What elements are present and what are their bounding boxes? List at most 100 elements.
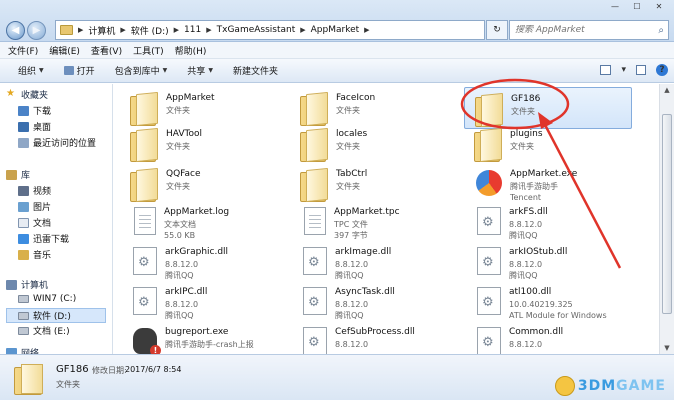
preview-pane-icon[interactable]	[636, 65, 646, 75]
file-item[interactable]: arkFS.dll 8.8.12.0 腾讯QQ	[464, 201, 632, 243]
menu-view[interactable]: 查看(V)	[91, 44, 122, 57]
file-name: arkIOStub.dll	[509, 247, 568, 257]
file-item[interactable]: AppMarket.log 文本文档 55.0 KB	[120, 201, 288, 243]
sidebar-item-drive-c[interactable]: WIN7 (C:)	[18, 294, 76, 304]
sidebar-item-drive-d[interactable]: 软件 (D:)	[6, 308, 106, 323]
menu-tools[interactable]: 工具(T)	[133, 44, 164, 57]
sidebar-item-downloads[interactable]: 下载	[18, 104, 51, 117]
sidebar-item-drive-e[interactable]: 文档 (E:)	[18, 324, 70, 337]
new-folder-button[interactable]: 新建文件夹	[233, 64, 278, 77]
vertical-scrollbar[interactable]: ▲ ▼	[659, 84, 674, 354]
file-detail: 8.8.12.0	[509, 260, 543, 269]
sidebar-item-videos[interactable]: 视频	[18, 184, 51, 197]
file-item[interactable]: AsyncTask.dll 8.8.12.0 腾讯QQ	[290, 281, 458, 323]
file-item[interactable]: TabCtrl 文件夹	[290, 163, 458, 205]
file-item[interactable]: CefSubProcess.dll 8.8.12.0	[290, 321, 458, 354]
file-detail: 8.8.12.0	[165, 260, 199, 269]
breadcrumb-appmarket[interactable]: AppMarket	[311, 25, 360, 35]
file-item[interactable]: Common.dll 8.8.12.0	[464, 321, 632, 354]
organize-button[interactable]: 组织 ▼	[18, 64, 44, 77]
file-detail: 文件夹	[510, 142, 534, 151]
scroll-up-icon[interactable]: ▲	[662, 86, 672, 94]
breadcrumb-drive-d[interactable]: 软件 (D:)	[131, 24, 169, 37]
file-name: Common.dll	[509, 327, 564, 337]
file-text: plugins 文件夹	[510, 123, 543, 152]
file-item[interactable]: QQFace 文件夹	[120, 163, 288, 205]
file-item[interactable]: AppMarket.exe 腾讯手游助手 Tencent	[464, 163, 632, 205]
file-detail: TPC 文件	[334, 220, 368, 229]
file-name: HAVTool	[166, 129, 202, 139]
file-item[interactable]: arkImage.dll 8.8.12.0 腾讯QQ	[290, 241, 458, 283]
search-box[interactable]: ⌕	[509, 20, 669, 40]
picture-icon	[18, 201, 29, 212]
sidebar-item-recent[interactable]: 最近访问的位置	[18, 136, 96, 149]
forward-button[interactable]: ▶	[27, 21, 46, 40]
sidebar-item-desktop[interactable]: 桌面	[18, 120, 51, 133]
file-item[interactable]: locales 文件夹	[290, 123, 458, 165]
file-text: FaceIcon 文件夹	[336, 87, 375, 116]
file-text: arkGraphic.dll 8.8.12.0 腾讯QQ	[165, 241, 228, 281]
file-item[interactable]: AppMarket.tpc TPC 文件 397 字节	[290, 201, 458, 243]
file-name: TabCtrl	[336, 169, 368, 179]
file-text: AppMarket.tpc TPC 文件 397 字节	[334, 201, 400, 241]
folder-icon	[300, 126, 328, 162]
organize-label: 组织	[18, 67, 37, 77]
file-text: QQFace 文件夹	[166, 163, 201, 192]
breadcrumb-computer[interactable]: 计算机	[88, 24, 115, 37]
search-input[interactable]	[515, 25, 650, 35]
file-text: locales 文件夹	[336, 123, 367, 152]
folder-icon	[475, 91, 503, 127]
sidebar-group-favorites[interactable]: ★ 收藏夹	[6, 88, 48, 102]
file-item[interactable]: plugins 文件夹	[464, 123, 632, 165]
file-name: CefSubProcess.dll	[335, 327, 415, 337]
menu-file[interactable]: 文件(F)	[8, 44, 38, 57]
sidebar-group-network[interactable]: 网络	[6, 346, 39, 354]
file-item[interactable]: bugreport.exe 腾讯手游助手-crash上报	[120, 321, 288, 354]
file-item[interactable]: atl100.dll 10.0.40219.325 ATL Module for W…	[464, 281, 632, 323]
minimize-icon[interactable]: —	[604, 0, 626, 14]
navigation-pane: ★ 收藏夹 下载 桌面 最近访问的位置 库 视频 图片 文档 迅雷下载 音乐 计…	[0, 84, 113, 354]
menu-edit[interactable]: 编辑(E)	[49, 44, 80, 57]
scrollbar-thumb[interactable]	[662, 114, 672, 314]
file-item[interactable]: arkIOStub.dll 8.8.12.0 腾讯QQ	[464, 241, 632, 283]
address-bar[interactable]: ▶ 计算机 ▶ 软件 (D:) ▶ 111 ▶ TxGameAssistant …	[55, 20, 485, 40]
title-bar: — ☐ ✕ ◀ ▶ ▶ 计算机 ▶ 软件 (D:) ▶ 111 ▶ TxGame…	[0, 0, 674, 42]
file-item[interactable]: arkIPC.dll 8.8.12.0 腾讯QQ	[120, 281, 288, 323]
file-name: AppMarket	[166, 93, 215, 103]
close-icon[interactable]: ✕	[648, 0, 670, 14]
dll-file-icon	[303, 327, 327, 354]
file-item[interactable]: arkGraphic.dll 8.8.12.0 腾讯QQ	[120, 241, 288, 283]
maximize-icon[interactable]: ☐	[626, 0, 648, 14]
chevron-down-icon[interactable]: ▾	[621, 65, 626, 75]
file-detail: 腾讯手游助手	[510, 182, 558, 191]
dll-file-icon	[477, 327, 501, 354]
sidebar-group-computer[interactable]: 计算机	[6, 278, 48, 291]
search-icon[interactable]: ⌕	[658, 25, 664, 36]
breadcrumb-txgameassistant[interactable]: TxGameAssistant	[217, 25, 296, 35]
share-button[interactable]: 共享 ▼	[187, 64, 213, 77]
file-name: arkGraphic.dll	[165, 247, 229, 257]
back-button[interactable]: ◀	[6, 21, 25, 40]
sidebar-item-thunder-downloads[interactable]: 迅雷下载	[18, 232, 69, 245]
file-text: arkIOStub.dll 8.8.12.0 腾讯QQ	[509, 241, 567, 281]
file-item[interactable]: HAVTool 文件夹	[120, 123, 288, 165]
breadcrumb-111[interactable]: 111	[184, 25, 201, 35]
sidebar-item-pictures[interactable]: 图片	[18, 200, 51, 213]
document-icon	[18, 217, 29, 228]
sidebar-group-libraries[interactable]: 库	[6, 168, 30, 181]
view-icon[interactable]	[600, 65, 612, 75]
include-in-library-button[interactable]: 包含到库中 ▼	[115, 64, 168, 77]
menu-help[interactable]: 帮助(H)	[175, 44, 207, 57]
open-button[interactable]: 打开	[63, 64, 95, 77]
sidebar-item-label: 文档 (E:)	[33, 327, 70, 337]
refresh-button[interactable]: ↻	[486, 20, 508, 40]
help-icon[interactable]: ?	[656, 64, 668, 76]
file-text: AppMarket.exe 腾讯手游助手 Tencent	[510, 163, 577, 203]
file-name: locales	[336, 129, 368, 139]
file-detail-2: 腾讯QQ	[509, 231, 538, 240]
file-detail: 8.8.12.0	[165, 300, 199, 309]
sidebar-item-music[interactable]: 音乐	[18, 248, 51, 261]
sidebar-item-documents[interactable]: 文档	[18, 216, 51, 229]
file-detail-2: ATL Module for Windows	[509, 311, 607, 320]
scroll-down-icon[interactable]: ▼	[662, 344, 672, 352]
